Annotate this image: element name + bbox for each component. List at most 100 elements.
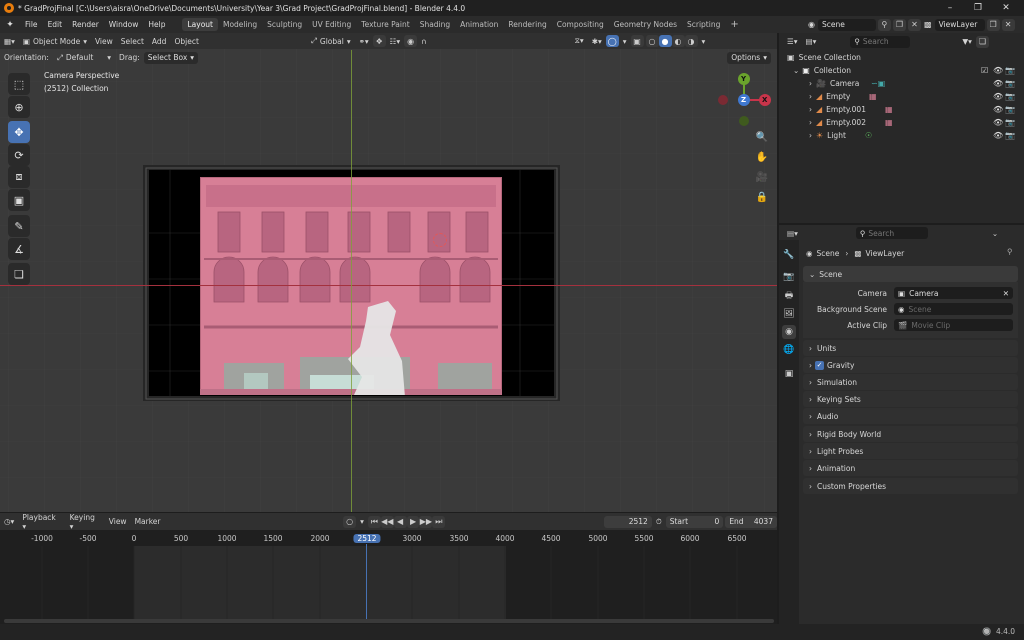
light-data-icon[interactable]: ☉ [865, 131, 872, 140]
eye-icon[interactable]: 👁 [993, 131, 1003, 140]
snap-icon[interactable]: ❖ [372, 35, 386, 47]
gravity-panel[interactable]: › ✓ Gravity [803, 357, 1018, 373]
transform-orientation-dropdown[interactable]: ⤢ Global ▾ [307, 36, 355, 46]
menu-select[interactable]: Select [117, 37, 148, 46]
falloff-icon[interactable]: ∩ [417, 37, 431, 46]
shading-dropdown-icon[interactable]: ▾ [698, 37, 710, 46]
menu-edit[interactable]: Edit [43, 20, 68, 29]
outliner-item-empty[interactable]: › ◢ Empty ▦ 👁 📷 [779, 90, 1024, 103]
collection-tab-icon[interactable]: ▣ [782, 367, 796, 381]
outliner-item-camera[interactable]: › 🎥 Camera ∽▣ 👁 📷 [779, 77, 1024, 90]
menu-add[interactable]: Add [148, 37, 171, 46]
play-reverse-icon[interactable]: ◀ [393, 515, 407, 528]
move-tool-icon[interactable]: ✥ [8, 121, 30, 143]
cursor-tool-icon[interactable]: ⊕ [8, 96, 30, 118]
light-probes-panel[interactable]: › Light Probes [803, 443, 1018, 459]
maximize-button[interactable]: ❐ [966, 0, 990, 16]
marker-menu[interactable]: Marker [131, 517, 165, 526]
menu-window[interactable]: Window [104, 20, 144, 29]
jump-next-key-icon[interactable]: ▶▶ [419, 515, 433, 528]
blender-menu-icon[interactable]: ✦ [0, 20, 20, 30]
wireframe-shading-icon[interactable]: ○ [645, 35, 659, 47]
rotate-tool-icon[interactable]: ⟳ [8, 144, 30, 166]
collection-row[interactable]: ⌄ ▣ Collection ☑ 👁 📷 [779, 64, 1024, 77]
zoom-icon[interactable]: 🔍 [753, 128, 771, 146]
chevron-down-icon[interactable]: ⌄ [988, 229, 1002, 238]
render-camera-icon[interactable]: 📷 [1005, 131, 1015, 140]
menu-render[interactable]: Render [67, 20, 104, 29]
3d-viewport[interactable]: Camera Perspective (2512) Collection [0, 33, 777, 512]
solid-shading-icon[interactable]: ● [658, 35, 672, 47]
tab-layout[interactable]: Layout [182, 18, 218, 31]
play-icon[interactable]: ▶ [406, 515, 420, 528]
tab-scripting[interactable]: Scripting [682, 18, 725, 31]
end-frame-field[interactable]: End 4037 [725, 515, 777, 528]
gizmo-toggle-icon[interactable]: ✱▾ [588, 37, 606, 46]
simulation-panel[interactable]: › Simulation [803, 374, 1018, 390]
current-frame-field[interactable]: 2512 [604, 515, 652, 528]
checkbox-icon[interactable]: ☑ [981, 66, 988, 75]
chevron-down-icon[interactable]: ⌄ [793, 66, 799, 75]
tab-compositing[interactable]: Compositing [552, 18, 609, 31]
pan-hand-icon[interactable]: ✋ [753, 148, 771, 166]
editor-type-icon[interactable]: ▦▾ [0, 37, 19, 46]
keying-sets-panel[interactable]: › Keying Sets [803, 391, 1018, 407]
tab-modeling[interactable]: Modeling [218, 18, 262, 31]
transform-tool-icon[interactable]: ▣ [8, 189, 30, 211]
rendered-shading-icon[interactable]: ◑ [684, 35, 698, 47]
image-data-icon[interactable]: ▦ [869, 92, 877, 101]
view-layer-tab-icon[interactable]: 🖼 [782, 307, 796, 321]
lock-icon[interactable]: 🔒 [753, 188, 771, 206]
delete-viewlayer-icon[interactable]: ✕ [1001, 18, 1015, 31]
scene-panel-header[interactable]: ⌄ Scene [803, 266, 1018, 282]
scene-collection-row[interactable]: ▣ Scene Collection [779, 51, 1024, 64]
rigid-body-world-panel[interactable]: › Rigid Body World [803, 426, 1018, 442]
overlay-dropdown-icon[interactable]: ▾ [619, 37, 631, 46]
scene-tab-icon[interactable]: ◉ [782, 325, 796, 339]
custom-properties-panel[interactable]: › Custom Properties [803, 478, 1018, 494]
scene-selector[interactable]: ◉ Scene ⚲ ❐ ✕ [808, 18, 921, 31]
stopwatch-icon[interactable]: ⏱ [652, 517, 666, 527]
keying-menu[interactable]: Keying ▾ [66, 513, 105, 531]
jump-prev-key-icon[interactable]: ◀◀ [380, 515, 394, 528]
new-collection-icon[interactable]: ❏ [975, 35, 989, 48]
outliner-editor-icon[interactable]: ☰▾ [783, 37, 802, 46]
snap-settings-icon[interactable]: ☷▾ [386, 37, 405, 46]
outliner-item-empty-002[interactable]: › ◢ Empty.002 ▦ 👁 📷 [779, 116, 1024, 129]
background-scene-field[interactable]: ◉ Scene [894, 303, 1013, 315]
tab-geometry-nodes[interactable]: Geometry Nodes [609, 18, 682, 31]
visibility-icon[interactable]: ⧖▾ [571, 36, 588, 46]
pivot-point-icon[interactable]: ⚭▾ [355, 37, 373, 46]
eye-icon[interactable]: 👁 [993, 66, 1003, 75]
annotate-tool-icon[interactable]: ✎ [8, 215, 30, 237]
chevron-right-icon[interactable]: › [809, 105, 812, 114]
viewlayer-name-field[interactable]: ViewLayer [934, 18, 985, 31]
render-camera-icon[interactable]: 📷 [1005, 79, 1015, 88]
chevron-right-icon[interactable]: › [809, 92, 812, 101]
menu-view[interactable]: View [91, 37, 117, 46]
minimize-button[interactable]: – [938, 0, 962, 16]
new-viewlayer-icon[interactable]: ❐ [986, 18, 1000, 31]
keying-dropdown-icon[interactable]: ▾ [356, 517, 368, 526]
image-data-icon[interactable]: ▦ [885, 118, 893, 127]
outliner-item-empty-001[interactable]: › ◢ Empty.001 ▦ 👁 📷 [779, 103, 1024, 116]
render-tab-icon[interactable]: 📷 [782, 270, 796, 284]
timeline-scrollbar[interactable] [4, 619, 774, 623]
world-tab-icon[interactable]: 🌐 [782, 343, 796, 357]
render-camera-icon[interactable]: 📷 [1005, 105, 1015, 114]
playhead-frame-badge[interactable]: 2512 [353, 534, 381, 543]
object-mode-dropdown[interactable]: ▣ Object Mode ▾ [19, 37, 91, 46]
audio-panel[interactable]: › Audio [803, 408, 1018, 424]
outliner-search-input[interactable]: ⚲ Search [850, 35, 911, 48]
3d-cursor-icon[interactable] [433, 233, 447, 247]
tab-uv-editing[interactable]: UV Editing [307, 18, 356, 31]
display-mode-icon[interactable]: ▤▾ [802, 37, 821, 46]
close-button[interactable]: ✕ [994, 0, 1018, 16]
image-data-icon[interactable]: ▦ [885, 105, 893, 114]
material-shading-icon[interactable]: ◐ [671, 35, 685, 47]
pin-icon[interactable]: ⚲ [877, 18, 891, 31]
scale-tool-icon[interactable]: ⧈ [8, 166, 30, 188]
menu-help[interactable]: Help [143, 20, 170, 29]
render-camera-icon[interactable]: 📷 [1005, 118, 1015, 127]
viewlayer-selector[interactable]: ▩ ViewLayer ❐ ✕ [924, 18, 1015, 31]
